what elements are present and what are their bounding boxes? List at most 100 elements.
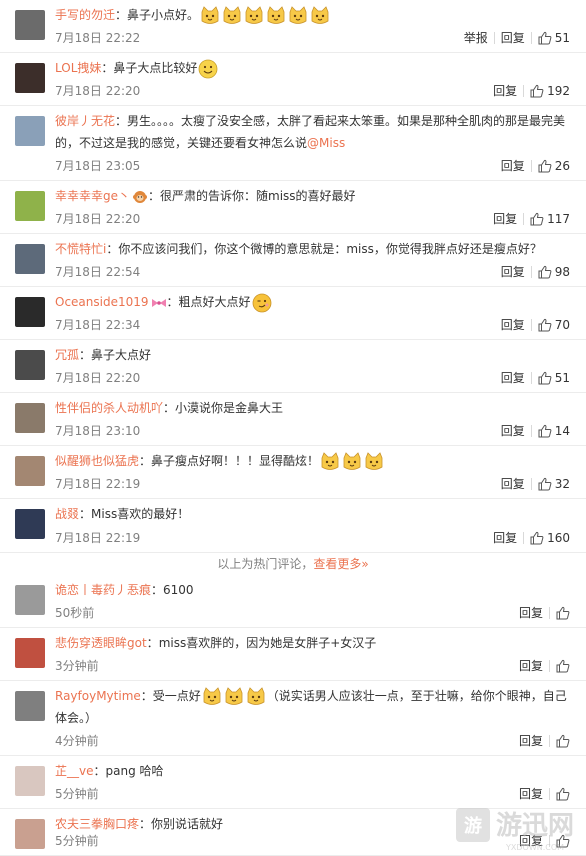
comment-colon: ： [151,583,164,597]
avatar[interactable] [15,509,45,539]
thumbs-up-icon [538,31,552,45]
watermark-logo: 游 游迅网 YXDOWN.COM [456,808,574,852]
avatar[interactable] [15,456,45,486]
avatar[interactable] [15,63,45,93]
like-count: 192 [547,84,570,98]
comment-text: 不慌特忙i：你不应该问我们，你这个微博的意思就是：miss，你觉得我胖点好还是瘦… [55,238,574,260]
reply-button[interactable]: 回复 [495,317,531,333]
username-link[interactable]: 不慌特忙i [55,242,106,256]
thumbs-up-icon [538,159,552,173]
avatar[interactable] [15,819,45,849]
username-link[interactable]: Oceanside1019 [55,295,149,309]
reply-button[interactable]: 回复 [495,30,531,46]
comment-time: 7月18日 22:20 [55,84,141,98]
like-button[interactable] [550,606,576,620]
like-button[interactable] [550,734,576,748]
like-button[interactable]: 98 [532,264,576,280]
reply-button[interactable]: 回复 [495,158,531,174]
username-link[interactable]: 性伴侣的杀人动机吖 [55,401,163,415]
comment-colon: ： [79,507,92,521]
divider-text: 以上为热门评论， [217,557,314,571]
like-button[interactable]: 26 [532,158,576,174]
username-link[interactable]: RayfoyMytime [55,689,141,703]
comment-time: 7月18日 22:54 [55,265,141,279]
view-more-link[interactable]: 查看更多» [313,557,368,571]
avatar[interactable] [15,244,45,274]
svg-text:YXDOWN.COM: YXDOWN.COM [505,843,564,852]
bow-icon [151,298,166,307]
like-button[interactable]: 14 [532,423,576,439]
like-button[interactable]: 51 [532,30,576,46]
hot-comments-divider: 以上为热门评论，查看更多» [0,553,586,575]
comment-item: RayfoyMytime：受一点好 （说实话男人应该壮一点，至于壮嘛，给你个眼神，… [0,681,586,756]
like-button[interactable]: 32 [532,476,576,492]
comment-body: 小漠说你是金鼻大王 [175,401,284,415]
comment-time: 7月18日 22:20 [55,371,141,385]
like-button[interactable] [550,659,576,673]
username-link[interactable]: 彼岸丿无花 [55,114,115,128]
avatar[interactable] [15,638,45,668]
comment-colon: ： [148,189,161,203]
avatar[interactable] [15,691,45,721]
thumbs-up-icon [538,318,552,332]
comment-time: 5分钟前 [55,834,99,848]
username-link[interactable]: 农夫三拳胸口疼 [55,817,139,831]
comment-text: LOL拽妹：鼻子大点比较好 [55,57,574,79]
report-button[interactable]: 举报 [458,30,494,46]
username-link[interactable]: 手写的勿迁 [55,8,115,22]
avatar[interactable] [15,766,45,796]
comment-actions: 回复 117 [487,211,576,227]
like-count: 117 [547,212,570,226]
comment-body: 鼻子大点比较好 [113,61,198,75]
reply-button[interactable]: 回复 [487,530,523,546]
avatar[interactable] [15,297,45,327]
smile-face-icon [199,59,218,78]
like-button[interactable]: 160 [524,530,576,546]
comment-text: RayfoyMytime：受一点好 （说实话男人应该壮一点，至于壮嘛，给你个眼神，… [55,685,574,729]
username-link[interactable]: 诡恋丨毒药丿忢痕 [55,583,151,597]
reply-button[interactable]: 回复 [495,476,531,492]
reply-button[interactable]: 回复 [513,605,549,621]
username-link[interactable]: 战叕 [55,507,79,521]
avatar[interactable] [15,350,45,380]
avatar[interactable] [15,403,45,433]
avatar[interactable] [15,191,45,221]
reply-button[interactable]: 回复 [495,264,531,280]
avatar[interactable] [15,10,45,40]
mention-link[interactable]: @Miss [307,136,345,150]
reply-button[interactable]: 回复 [513,733,549,749]
like-count: 51 [554,31,570,45]
username-link[interactable]: 悲伤穿透眼眸got [55,636,147,650]
comment-colon: ： [101,61,114,75]
reply-button[interactable]: 回复 [495,370,531,386]
avatar[interactable] [15,585,45,615]
username-link[interactable]: 似醒狮也似猛虎 [55,454,139,468]
reply-button[interactable]: 回复 [487,211,523,227]
reply-button[interactable]: 回复 [513,658,549,674]
cat-face-icon [225,686,243,705]
like-button[interactable]: 192 [524,83,576,99]
comment-time: 7月18日 22:22 [55,31,141,45]
comment-actions: 回复 192 [487,83,576,99]
like-count: 160 [547,531,570,545]
comment-colon: ： [115,114,128,128]
username-link[interactable]: 冗孤 [55,348,79,362]
reply-button[interactable]: 回复 [495,423,531,439]
like-button[interactable]: 70 [532,317,576,333]
avatar[interactable] [15,116,45,146]
cat-face-icon [203,686,221,705]
cat-face-icon [311,5,329,24]
comment-body: miss喜欢胖的，因为她是女胖子+女汉子 [158,636,377,650]
comment-colon: ： [93,764,106,778]
thumbs-up-icon [530,84,544,98]
cat-face-icon [245,5,263,24]
username-link[interactable]: 芷__ve [55,764,94,778]
comment-actions: 回复 26 [495,158,576,174]
comment-actions: 回复 [513,733,576,749]
comment-body: 你别说话就好 [151,817,224,831]
like-button[interactable]: 117 [524,211,576,227]
like-button[interactable]: 51 [532,370,576,386]
reply-button[interactable]: 回复 [487,83,523,99]
username-link[interactable]: 幸幸幸幸ge丶 [55,189,130,203]
username-link[interactable]: LOL拽妹 [55,61,101,75]
